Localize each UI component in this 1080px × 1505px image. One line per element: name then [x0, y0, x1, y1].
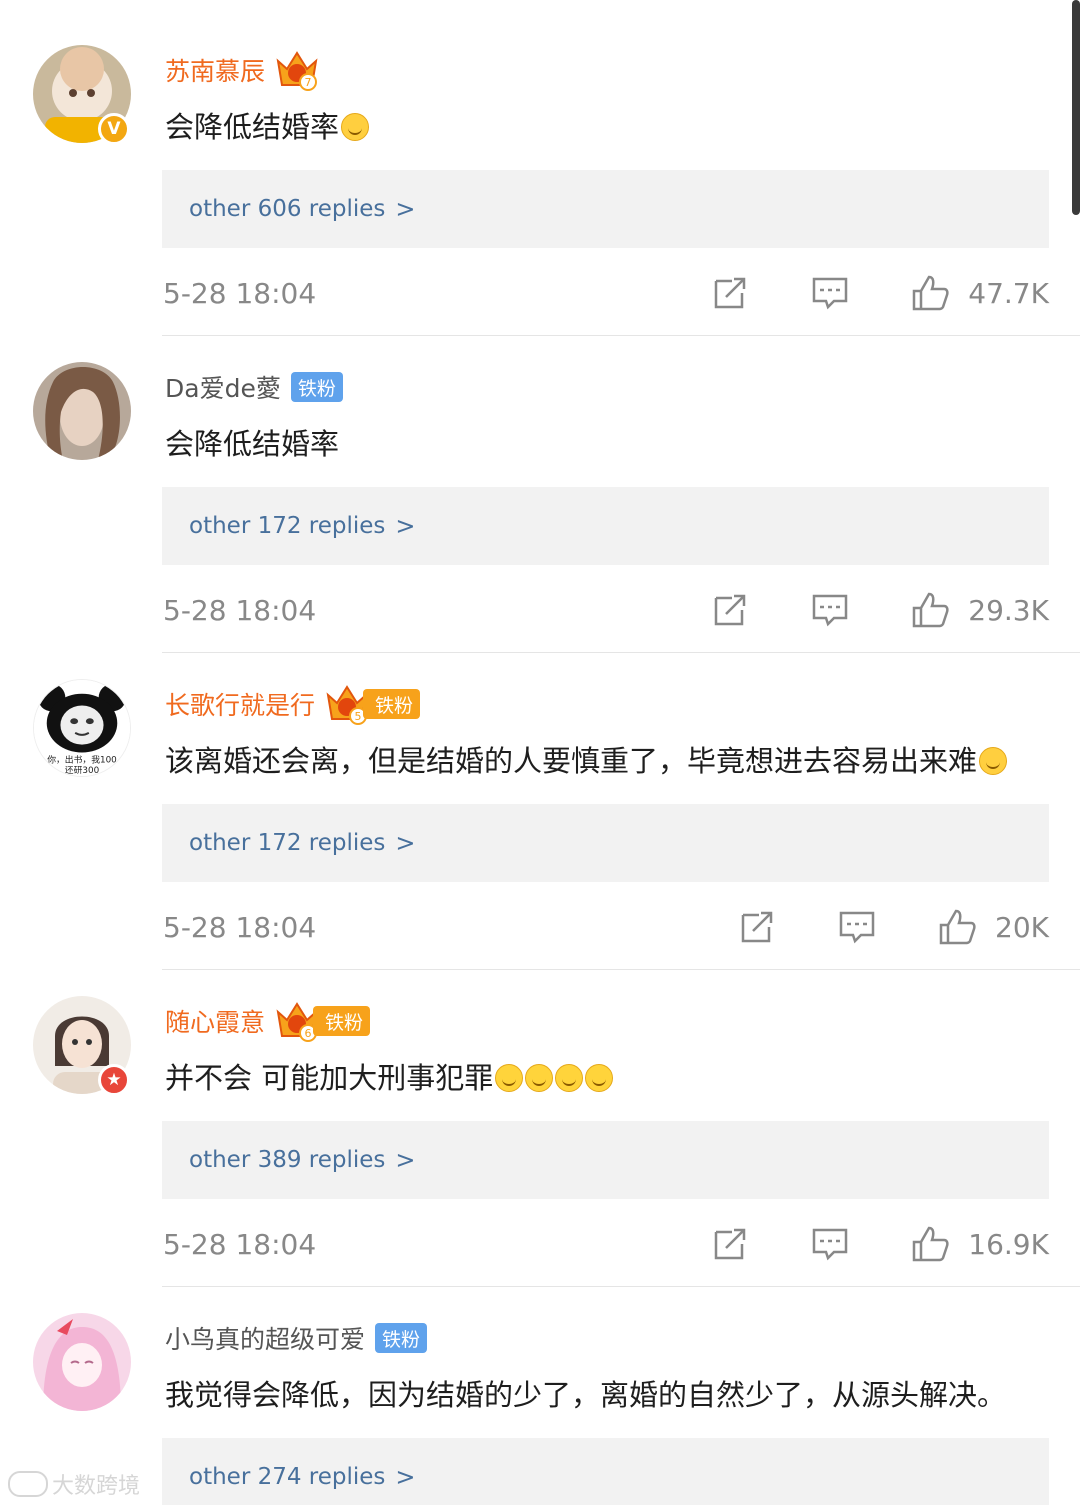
name-row: 长歌行就是行 5 铁粉: [165, 679, 421, 729]
avatar[interactable]: [33, 362, 131, 460]
like-count: 16.9K: [968, 1227, 1049, 1261]
view-replies-link[interactable]: other 606 replies >: [162, 170, 1049, 248]
svg-text:你，出书，我100: 你，出书，我100: [47, 753, 117, 765]
username[interactable]: 苏南慕辰: [165, 52, 265, 88]
divider: [162, 1286, 1080, 1287]
laugh-cry-emoji-icon: [555, 1064, 584, 1092]
chevron-right-icon: >: [395, 1146, 416, 1174]
share-icon[interactable]: [737, 907, 777, 947]
like-icon[interactable]: [910, 1224, 950, 1264]
timestamp: 5-28 18:04: [163, 276, 317, 310]
comment-text: 会降低结婚率: [165, 427, 340, 461]
emoji-icon: [341, 113, 370, 141]
crown-badge: 5 铁粉: [325, 684, 421, 725]
fan-badge: 铁粉: [375, 1323, 428, 1353]
laugh-cry-emoji-icon: [495, 1064, 524, 1092]
share-icon[interactable]: [710, 590, 750, 630]
scrollbar[interactable]: [1072, 0, 1080, 215]
fan-badge: 铁粉: [313, 1006, 371, 1036]
comment-meta: 5-28 18:04 47.7K: [163, 268, 1049, 318]
watermark: 大数跨境: [8, 1468, 140, 1500]
avatar[interactable]: [33, 1313, 131, 1411]
like-icon[interactable]: [937, 907, 977, 947]
like-count: 47.7K: [968, 276, 1049, 310]
share-icon[interactable]: [710, 1224, 750, 1264]
action-bar: 16.9K: [710, 1224, 1049, 1264]
view-replies-link[interactable]: other 172 replies >: [162, 487, 1049, 565]
view-replies-link[interactable]: other 389 replies >: [162, 1121, 1049, 1199]
chevron-right-icon: >: [395, 1463, 416, 1491]
fan-badge: 铁粉: [363, 689, 421, 719]
chevron-right-icon: >: [395, 829, 416, 857]
divider: [162, 652, 1080, 653]
avatar[interactable]: 你，出书，我100 还研300: [33, 679, 131, 777]
svg-text:5: 5: [355, 710, 362, 723]
crown-badge: 6 铁粉: [275, 1001, 371, 1042]
divider: [162, 335, 1080, 336]
comment-meta: 5-28 18:04 16.9K: [163, 1219, 1049, 1269]
username[interactable]: 长歌行就是行: [165, 686, 315, 722]
view-replies-link[interactable]: other 274 replies >: [162, 1438, 1049, 1505]
name-row: 随心霞意 6 铁粉: [165, 996, 371, 1046]
name-row: 小鸟真的超级可爱 铁粉: [165, 1313, 428, 1363]
divider: [162, 969, 1080, 970]
comment-meta: 5-28 18:04 29.3K: [163, 585, 1049, 635]
verified-badge: V: [98, 113, 130, 145]
laugh-cry-emoji-icon: [525, 1064, 554, 1092]
share-icon[interactable]: [710, 273, 750, 313]
watermark-logo-icon: [8, 1471, 48, 1497]
like-icon[interactable]: [910, 590, 950, 630]
name-row: 苏南慕辰 7: [165, 45, 319, 95]
comment-text: 该离婚还会离，但是结婚的人要慎重了，毕竟想进去容易出来难: [165, 738, 1008, 780]
action-bar: 29.3K: [710, 590, 1049, 630]
like-icon[interactable]: [910, 273, 950, 313]
username[interactable]: Da爱de薆: [165, 369, 281, 405]
chevron-right-icon: >: [395, 195, 416, 223]
like-count: 20K: [995, 910, 1049, 944]
laugh-cry-emoji-icon: [585, 1064, 614, 1092]
comment-icon[interactable]: [810, 1224, 850, 1264]
name-row: Da爱de薆 铁粉: [165, 362, 343, 412]
comment-meta: 5-28 18:04 20K: [163, 902, 1049, 952]
svg-text:7: 7: [305, 76, 312, 89]
comment-feed: V 苏南慕辰 7 会降低结婚率 other 606 replies > 5-28 …: [0, 0, 1080, 1505]
comment-icon[interactable]: [837, 907, 877, 947]
timestamp: 5-28 18:04: [163, 1227, 317, 1261]
crown-badge: 7: [275, 50, 319, 91]
comment-text: 我觉得会降低，因为结婚的少了，离婚的自然少了，从源头解决。: [165, 1378, 1007, 1412]
view-replies-link[interactable]: other 172 replies >: [162, 804, 1049, 882]
comment-icon[interactable]: [810, 590, 850, 630]
verified-badge: ★: [98, 1064, 130, 1096]
chevron-right-icon: >: [395, 512, 416, 540]
svg-text:还研300: 还研300: [65, 764, 100, 776]
crown-icon: 7: [276, 51, 318, 91]
like-count: 29.3K: [968, 593, 1049, 627]
fan-badge: 铁粉: [290, 372, 343, 402]
comment-text: 会降低结婚率: [165, 104, 370, 146]
timestamp: 5-28 18:04: [163, 910, 317, 944]
svg-text:6: 6: [305, 1027, 312, 1040]
action-bar: 47.7K: [710, 273, 1049, 313]
emoji-icon: [979, 747, 1008, 775]
comment-text: 并不会 可能加大刑事犯罪: [165, 1055, 614, 1097]
comment-icon[interactable]: [810, 273, 850, 313]
username[interactable]: 随心霞意: [165, 1003, 265, 1039]
action-bar: 20K: [737, 907, 1049, 947]
username[interactable]: 小鸟真的超级可爱: [165, 1320, 365, 1356]
timestamp: 5-28 18:04: [163, 593, 317, 627]
